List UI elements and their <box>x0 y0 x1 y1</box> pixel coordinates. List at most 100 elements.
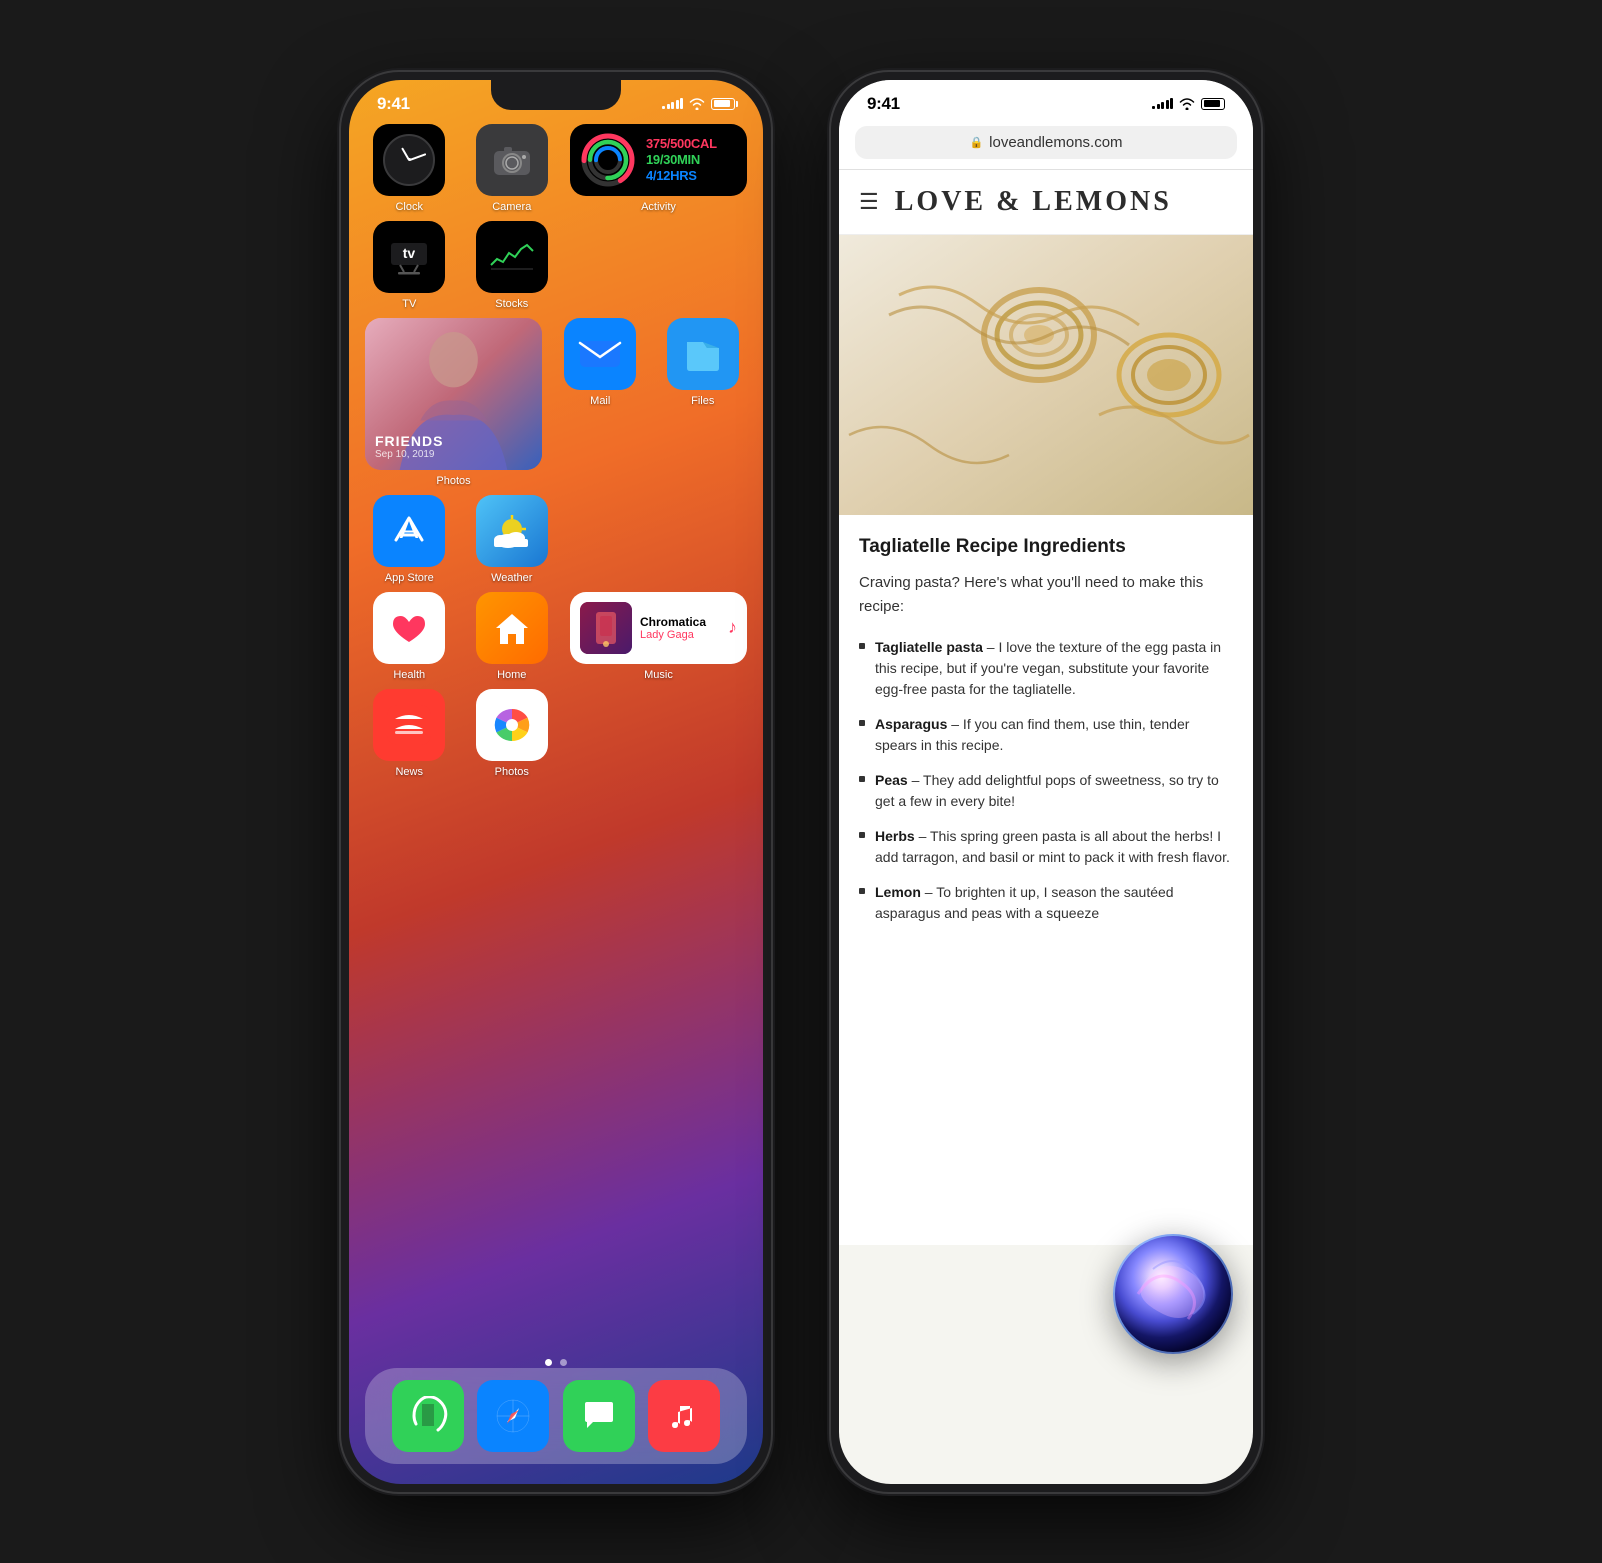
ingredient-desc-4: – This spring green pasta is all about t… <box>875 828 1230 865</box>
ingredient-item-1: Tagliatelle pasta – I love the texture o… <box>859 637 1233 700</box>
safari-screen: 9:41 <box>839 80 1253 1484</box>
ingredient-bold-4: Herbs <box>875 828 915 844</box>
ingredient-text-4: Herbs – This spring green pasta is all a… <box>875 826 1233 868</box>
mail-icon <box>564 318 636 390</box>
app-weather[interactable]: Weather <box>468 495 557 584</box>
bullet-5 <box>859 888 865 894</box>
home-screen: 9:41 <box>349 80 763 1484</box>
website-header: ☰ LOVE & LEMONS <box>839 170 1253 235</box>
safari-status-icons <box>1152 98 1225 110</box>
music-album-art <box>580 602 632 654</box>
music-widget-label: Music <box>644 669 673 681</box>
dock-safari[interactable] <box>477 1380 549 1452</box>
ingredient-desc-3: – They add delightful pops of sweetness,… <box>875 772 1219 809</box>
signal-icon <box>662 98 683 109</box>
phone-2-frame: 9:41 <box>831 72 1261 1492</box>
appstore-icon: A <box>373 495 445 567</box>
dock-messages[interactable] <box>563 1380 635 1452</box>
recipe-intro: Craving pasta? Here's what you'll need t… <box>859 571 1233 619</box>
music-title: Chromatica <box>640 615 720 629</box>
stocks-label: Stocks <box>495 298 528 310</box>
ingredient-item-5: Lemon – To brighten it up, I season the … <box>859 882 1233 924</box>
app-photos[interactable]: Photos <box>468 689 557 778</box>
page-dots <box>545 1359 567 1366</box>
safari-nav-bar: 🔒 loveandlemons.com <box>839 118 1253 170</box>
photos-icon <box>476 689 548 761</box>
music-widget[interactable]: Chromatica Lady Gaga ♪ Music <box>570 592 747 681</box>
files-icon <box>667 318 739 390</box>
ingredient-bold-5: Lemon <box>875 884 921 900</box>
weather-label: Weather <box>491 572 532 584</box>
activity-min: 19/30MIN <box>646 152 717 167</box>
health-icon <box>373 592 445 664</box>
app-home[interactable]: Home <box>468 592 557 681</box>
url-text: loveandlemons.com <box>989 134 1122 151</box>
battery-icon <box>711 98 735 110</box>
photos-app-label: Photos <box>495 766 529 778</box>
bullet-2 <box>859 720 865 726</box>
activity-label: Activity <box>641 201 676 213</box>
news-icon <box>373 689 445 761</box>
bullet-1 <box>859 643 865 649</box>
app-appstore[interactable]: A App Store <box>365 495 454 584</box>
app-clock[interactable]: Clock <box>365 124 454 213</box>
activity-hrs: 4/12HRS <box>646 168 717 183</box>
mail-label: Mail <box>590 395 610 407</box>
ingredient-bold-3: Peas <box>875 772 908 788</box>
address-bar[interactable]: 🔒 loveandlemons.com <box>855 126 1237 159</box>
app-files[interactable]: Files <box>659 318 748 487</box>
recipe-heading: Tagliatelle Recipe Ingredients <box>859 535 1233 560</box>
wifi-icon <box>689 98 705 110</box>
home-label: Home <box>497 669 526 681</box>
stocks-icon <box>476 221 548 293</box>
hamburger-icon[interactable]: ☰ <box>859 189 879 215</box>
camera-label: Camera <box>492 201 531 213</box>
hero-image <box>839 235 1253 515</box>
dock-phone[interactable] <box>392 1380 464 1452</box>
photos-widget[interactable]: FRIENDS Sep 10, 2019 Photos <box>365 318 542 487</box>
safari-battery <box>1201 98 1225 110</box>
ingredient-text-3: Peas – They add delightful pops of sweet… <box>875 770 1233 812</box>
website-content: Tagliatelle Recipe Ingredients Craving p… <box>839 515 1253 1245</box>
ingredient-text-5: Lemon – To brighten it up, I season the … <box>875 882 1233 924</box>
dock-music[interactable] <box>648 1380 720 1452</box>
appstore-label: App Store <box>385 572 434 584</box>
home-icon <box>476 592 548 664</box>
app-news[interactable]: News <box>365 689 454 778</box>
app-mail[interactable]: Mail <box>556 318 645 487</box>
clock-icon <box>373 124 445 196</box>
photos-overlay: FRIENDS Sep 10, 2019 <box>375 433 443 460</box>
ingredient-text-2: Asparagus – If you can find them, use th… <box>875 714 1233 756</box>
status-icons-1 <box>662 98 735 110</box>
app-stocks[interactable]: Stocks <box>468 221 557 310</box>
ingredient-bold-2: Asparagus <box>875 716 947 732</box>
photos-widget-label: Photos <box>436 475 470 487</box>
clock-label: Clock <box>395 201 423 213</box>
app-camera[interactable]: Camera <box>468 124 557 213</box>
bullet-3 <box>859 776 865 782</box>
music-info: Chromatica Lady Gaga <box>640 615 720 641</box>
site-title: LOVE & LEMONS <box>895 186 1172 218</box>
svg-text:tv: tv <box>403 245 416 261</box>
ingredient-item-4: Herbs – This spring green pasta is all a… <box>859 826 1233 868</box>
safari-time: 9:41 <box>867 94 900 114</box>
activity-widget[interactable]: 375/500CAL 19/30MIN 4/12HRS Activity <box>570 124 747 213</box>
music-note-icon: ♪ <box>728 617 737 638</box>
app-tv[interactable]: tv TV <box>365 221 454 310</box>
files-label: Files <box>691 395 714 407</box>
friends-title: FRIENDS <box>375 433 443 449</box>
health-label: Health <box>393 669 425 681</box>
tv-icon: tv <box>373 221 445 293</box>
ingredient-item-2: Asparagus – If you can find them, use th… <box>859 714 1233 756</box>
siri-overlay[interactable] <box>1113 1234 1233 1354</box>
bullet-4 <box>859 832 865 838</box>
dock <box>365 1368 747 1464</box>
app-health[interactable]: Health <box>365 592 454 681</box>
ingredient-item-3: Peas – They add delightful pops of sweet… <box>859 770 1233 812</box>
tv-label: TV <box>402 298 416 310</box>
news-label: News <box>395 766 423 778</box>
safari-signal-icon <box>1152 98 1173 109</box>
friends-date: Sep 10, 2019 <box>375 449 443 460</box>
notch <box>491 80 621 110</box>
ingredient-bold-1: Tagliatelle pasta <box>875 639 983 655</box>
